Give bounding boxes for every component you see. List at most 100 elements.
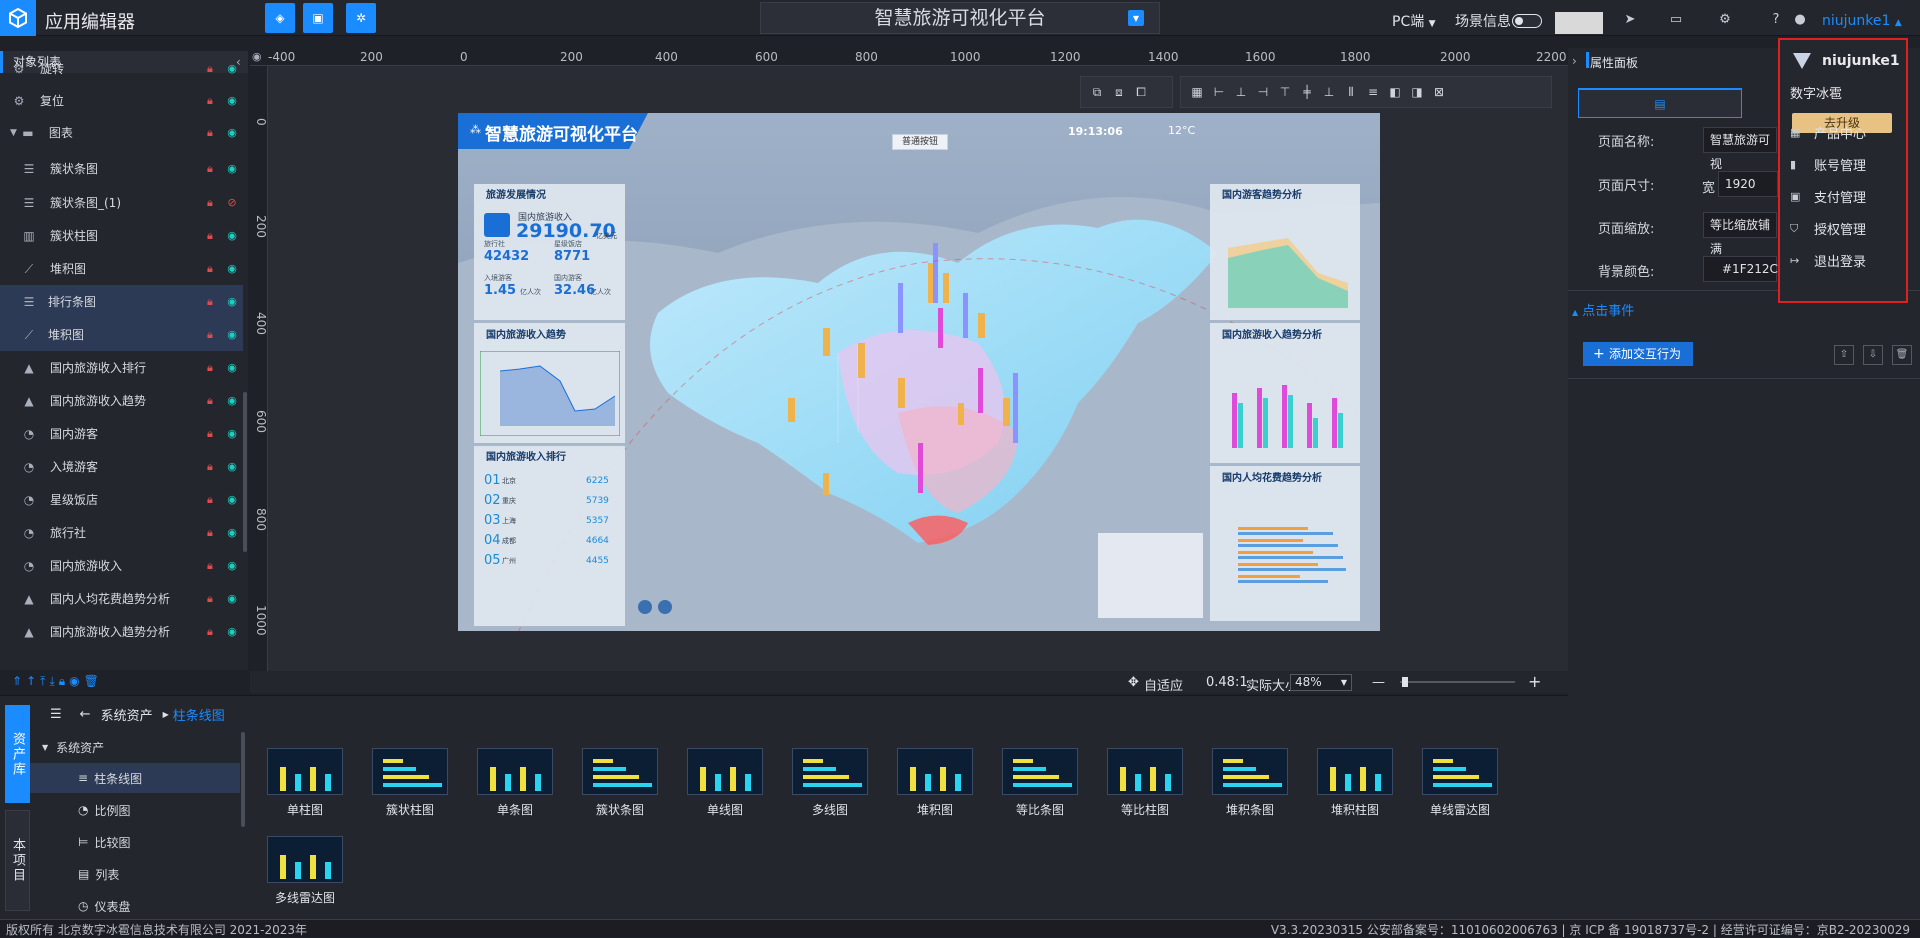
move-icon[interactable]: ✥ (1128, 675, 1139, 690)
object-list-item[interactable]: ◔ 入境游客 🔒︎ ◉ (0, 450, 243, 483)
caret-down-icon[interactable]: ▼ (10, 128, 17, 138)
object-list-item[interactable]: ☰ 簇状条图_(1) 🔒︎ ⊘ (0, 186, 243, 219)
object-list-item[interactable]: ▥ 簇状柱图 🔒︎ ◉ (0, 219, 243, 252)
layers-button[interactable]: ◈ (265, 3, 295, 33)
lock-icon[interactable]: 🔒︎ (207, 126, 221, 140)
lock-icon[interactable]: 🔒︎ (207, 460, 221, 474)
asset-thumbnail[interactable]: 单线图 (685, 748, 765, 820)
lock-icon[interactable]: 🔒︎ (207, 62, 221, 76)
move-bottom-icon[interactable]: ⤓ (49, 674, 54, 689)
lock-icon[interactable]: 🔒︎ (207, 592, 221, 606)
asset-thumbnail[interactable]: 多线图 (790, 748, 870, 820)
back-arrow-icon[interactable]: ← (80, 707, 91, 722)
lock-icon[interactable]: 🔒︎ (207, 262, 221, 276)
click-event-header[interactable]: ▲ 点击事件 (1572, 300, 1634, 319)
bring-front-icon[interactable]: ⧉ (1089, 84, 1105, 100)
menu-item[interactable]: ▦ 产品中心 (1790, 123, 1866, 142)
eye-icon[interactable]: ◉ (221, 262, 243, 275)
asset-tree-scrollbar[interactable] (241, 732, 245, 827)
fit-button[interactable]: 自适应 (1144, 675, 1183, 694)
title-dropdown-button[interactable]: ▼ (1128, 10, 1144, 26)
zoom-in-button[interactable]: + (1528, 672, 1541, 691)
object-list-item[interactable]: ◔ 国内游客 🔒︎ ◉ (0, 417, 243, 450)
align-top-icon[interactable]: ⊤ (1277, 84, 1293, 100)
project-title[interactable]: 智慧旅游可视化平台 (760, 2, 1160, 34)
object-list-item[interactable]: ▲ 国内旅游收入排行 🔒︎ ◉ (0, 351, 243, 384)
lock-icon[interactable]: 🔒︎ (207, 427, 221, 441)
asset-thumbnail[interactable]: 等比柱图 (1105, 748, 1185, 820)
move-top-icon[interactable]: ⇑ (12, 674, 22, 688)
user-avatar-icon[interactable]: ● (1792, 12, 1808, 28)
object-list-item[interactable]: ▼ ▬ 图表 🔒︎ ◉ (0, 116, 243, 149)
menu-item[interactable]: ⛉ 授权管理 (1790, 219, 1866, 239)
asset-thumbnail[interactable]: 单条图 (475, 748, 555, 820)
eye-icon[interactable]: ◉ (221, 62, 243, 75)
eye-icon[interactable]: ◉ (221, 361, 243, 374)
group-icon[interactable]: ⧠ (1133, 84, 1149, 100)
distribute-h-icon[interactable]: ⦀ (1343, 84, 1359, 100)
username-menu[interactable]: niujunke1 ▲ (1822, 13, 1902, 29)
eye-icon[interactable]: ◉ (221, 559, 243, 572)
breadcrumb-root[interactable]: 系统资产 (101, 705, 153, 724)
lock-icon[interactable]: 🔒︎ (207, 361, 221, 375)
tree-item-ratio[interactable]: ◔ 比例图 (30, 795, 240, 825)
asset-thumbnail[interactable]: 单柱图 (265, 748, 345, 820)
object-list-item[interactable]: ☰ 排行条图 🔒︎ ◉ (0, 285, 243, 318)
trash-icon[interactable]: 🗑︎ (84, 674, 99, 688)
settings-button[interactable]: ✲ (346, 3, 376, 33)
reset-view-icon[interactable] (658, 600, 672, 614)
object-list-item[interactable]: ☰ 簇状条图 🔒︎ ◉ (0, 152, 243, 185)
send-icon[interactable]: ➤ (1622, 12, 1638, 28)
lock-icon[interactable]: 🔒︎ (207, 162, 221, 176)
lock-icon[interactable]: 🔒︎ (207, 196, 221, 210)
eye-icon[interactable]: ◉ (221, 592, 243, 605)
tab-asset-library[interactable]: 资产库 (5, 705, 30, 803)
align-bottom-icon[interactable]: ⊥ (1321, 84, 1337, 100)
lock-icon[interactable]: 🔒︎ (207, 526, 221, 540)
align-center-v-icon[interactable]: ╪ (1299, 84, 1315, 100)
object-list-item[interactable]: ▲ 国内人均花费趋势分析 🔒︎ ◉ (0, 582, 243, 615)
page-name-input[interactable]: 智慧旅游可视 (1703, 127, 1777, 171)
add-interaction-button[interactable]: + 添加交互行为 (1583, 342, 1693, 366)
move-up-icon[interactable]: ↑ (26, 674, 36, 688)
object-list-item[interactable]: ▲ 国内旅游收入趋势分析 🔒︎ ◉ (0, 615, 243, 648)
object-list-item[interactable]: ⚙ 复位 🔒︎ ◉ (0, 84, 243, 117)
asset-thumbnail[interactable]: 等比条图 (1000, 748, 1080, 820)
tree-item-compare[interactable]: ⊨ 比较图 (30, 827, 240, 857)
object-list-item[interactable]: ◔ 旅行社 🔒︎ ◉ (0, 516, 243, 549)
menu-item[interactable]: ▮ 账号管理 (1790, 155, 1866, 174)
lock-icon[interactable]: 🔒︎ (207, 625, 221, 639)
align-left-icon[interactable]: ⊢ (1211, 84, 1227, 100)
lock-icon[interactable]: 🔒︎ (207, 559, 221, 573)
asset-thumbnail[interactable]: 多线雷达图 (265, 836, 345, 908)
eye-icon[interactable]: ◉ (221, 493, 243, 506)
locate-icon[interactable] (638, 600, 652, 614)
lock-icon[interactable]: 🔒︎ (207, 94, 221, 108)
page-scale-select[interactable]: 等比缩放铺满 (1703, 212, 1777, 256)
scene-info-toggle[interactable] (1512, 14, 1542, 28)
eye-icon[interactable]: ◉ (69, 674, 79, 688)
object-list-item[interactable]: ⚙ 旋转 🔒︎ ◉ (0, 52, 243, 85)
object-list-item[interactable]: ◔ 国内旅游收入 🔒︎ ◉ (0, 549, 243, 582)
zoom-slider[interactable] (1400, 681, 1515, 683)
eye-icon[interactable]: ◉ (221, 625, 243, 638)
asset-thumbnail[interactable]: 单线雷达图 (1420, 748, 1500, 820)
same-height-icon[interactable]: ◨ (1409, 84, 1425, 100)
eye-icon[interactable]: ◉ (221, 94, 243, 107)
eye-off-icon[interactable]: ⊘ (221, 196, 243, 209)
zoom-select[interactable]: 48% ▼ (1290, 674, 1352, 691)
tree-item-system-assets[interactable]: ▼ 系统资产 (30, 732, 240, 762)
zoom-slider-handle[interactable] (1402, 677, 1408, 687)
tree-item-list[interactable]: ▤ 列表 (30, 859, 240, 889)
align-right-icon[interactable]: ⊣ (1255, 84, 1271, 100)
menu-item[interactable]: ▣ 支付管理 (1790, 187, 1866, 206)
eye-icon[interactable]: ◉ (221, 295, 243, 308)
asset-thumbnail[interactable]: 堆积图 (895, 748, 975, 820)
fit-icon[interactable]: ⊠ (1431, 84, 1447, 100)
asset-thumbnail[interactable]: 堆积条图 (1210, 748, 1290, 820)
tab-page-properties[interactable]: ▤ (1578, 88, 1742, 118)
align-top-icon[interactable]: ⤒ (40, 674, 45, 689)
collapse-right-icon[interactable]: › (1572, 54, 1577, 68)
help-icon[interactable]: ? (1768, 12, 1784, 28)
lock-icon[interactable]: 🔒︎ (59, 674, 65, 689)
